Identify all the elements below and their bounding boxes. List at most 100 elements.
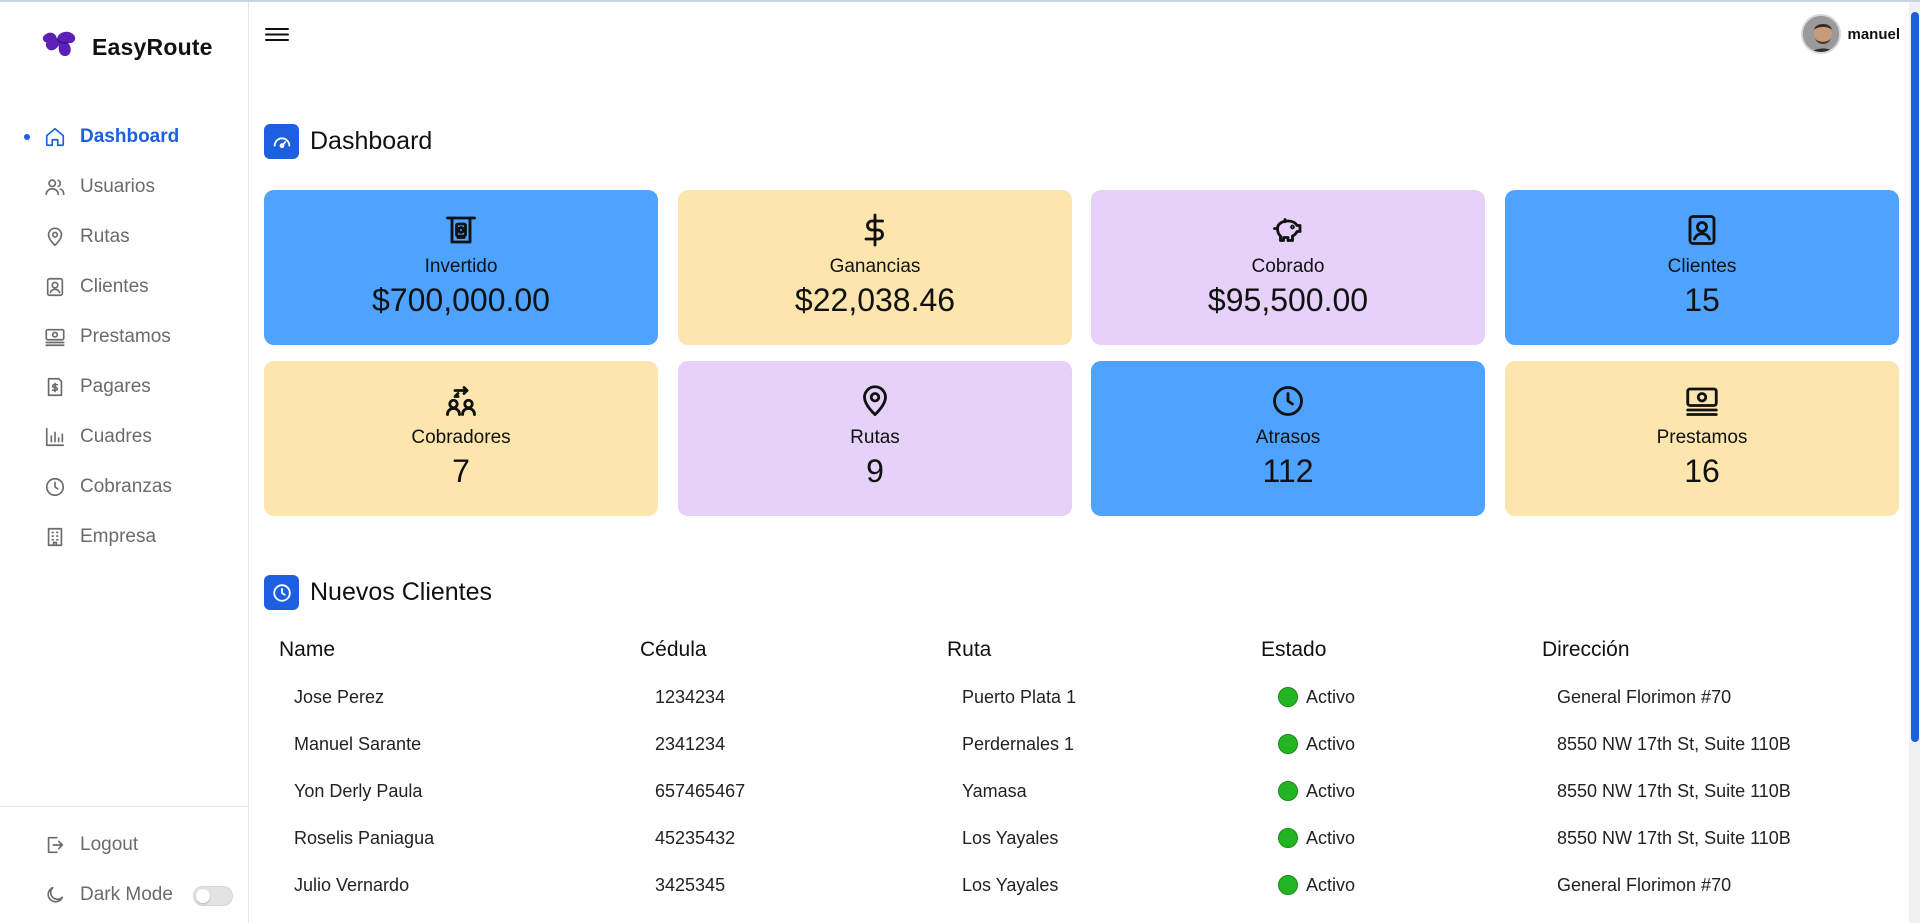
card-label: Invertido — [424, 256, 498, 277]
column-header-direccion[interactable]: Dirección — [1542, 638, 1630, 662]
card-label: Cobrado — [1251, 256, 1325, 277]
stat-card-prestamos[interactable]: Prestamos 16 — [1505, 361, 1899, 516]
status-dot — [1278, 875, 1298, 895]
avatar — [1801, 14, 1842, 54]
column-header-estado[interactable]: Estado — [1261, 638, 1326, 662]
brand[interactable]: EasyRoute — [40, 28, 213, 67]
sidebar-item-label: Empresa — [80, 526, 157, 547]
page-title: Dashboard — [310, 127, 433, 155]
sidebar-item-cuadres[interactable]: Cuadres — [0, 412, 249, 462]
section-title: Nuevos Clientes — [310, 578, 493, 606]
sidebar-item-clientes[interactable]: Clientes — [0, 262, 249, 312]
cell-name: Yon Derly Paula — [294, 781, 423, 801]
receipt-icon — [47, 377, 63, 397]
card-value: 16 — [1684, 453, 1720, 489]
sidebar-item-label: Prestamos — [80, 326, 171, 347]
stat-card-cobradores[interactable]: Cobradores 7 — [264, 361, 658, 516]
logout-icon — [47, 836, 64, 854]
username: manuel — [1847, 25, 1900, 43]
dollar-icon — [864, 213, 884, 247]
cell-cedula: 45235432 — [655, 828, 736, 848]
sidebar-item-cobranzas[interactable]: Cobranzas — [0, 462, 249, 512]
card-value: $700,000.00 — [372, 282, 550, 318]
cell-estado: Activo — [1278, 734, 1355, 755]
cell-direccion: 8550 NW 17th St, Suite 110B — [1557, 734, 1791, 754]
cell-name: Manuel Sarante — [294, 734, 422, 754]
cell-cedula: 2341234 — [655, 734, 726, 754]
sidebar-item-label: Clientes — [80, 276, 149, 297]
card-label: Rutas — [850, 427, 900, 448]
status-text: Activo — [1306, 734, 1356, 754]
scrollbar-thumb[interactable] — [1911, 12, 1919, 742]
cell-estado: Activo — [1278, 687, 1355, 708]
stat-card-ganancias[interactable]: Ganancias $22,038.46 — [678, 190, 1072, 345]
card-label: Prestamos — [1656, 427, 1748, 448]
sidebar-item-label: Cobranzas — [80, 476, 172, 497]
brand-name: EasyRoute — [92, 34, 213, 60]
exchange-users-icon — [446, 386, 476, 416]
sidebar-item-dashboard[interactable]: Dashboard — [0, 112, 249, 162]
sidebar-item-usuarios[interactable]: Usuarios — [0, 162, 249, 212]
contact-icon — [46, 277, 64, 297]
card-label: Atrasos — [1255, 427, 1321, 448]
hamburger-icon — [265, 28, 289, 41]
map-pin-icon — [863, 385, 887, 416]
dark-mode-toggle[interactable] — [193, 886, 233, 906]
card-value: $95,500.00 — [1207, 282, 1369, 318]
gauge-icon — [264, 124, 299, 159]
table-row[interactable]: Manuel Sarante 2341234 Perdernales 1 Act… — [264, 722, 1904, 769]
menu-toggle-button[interactable] — [264, 22, 290, 46]
card-value: 9 — [866, 453, 884, 489]
cell-estado: Activo — [1278, 781, 1355, 802]
sidebar-item-label: Cuadres — [80, 426, 152, 447]
table-row[interactable]: Julio Vernardo 3425345 Los Yayales Activ… — [264, 863, 1904, 910]
sidebar-nav: Dashboard Usuarios Rutas Clientes Presta… — [0, 112, 249, 562]
status-text: Activo — [1306, 875, 1356, 895]
stat-card-atrasos[interactable]: Atrasos 112 — [1091, 361, 1485, 516]
column-header-name[interactable]: Name — [279, 638, 335, 662]
card-label: Clientes — [1667, 256, 1737, 277]
stat-card-clientes[interactable]: Clientes 15 — [1505, 190, 1899, 345]
logout-label: Logout — [80, 834, 139, 855]
stat-card-cobrado[interactable]: Cobrado $95,500.00 — [1091, 190, 1485, 345]
bar-chart-icon — [45, 427, 65, 447]
card-value: $22,038.46 — [794, 282, 956, 318]
cell-cedula: 657465467 — [655, 781, 746, 801]
cell-ruta: Puerto Plata 1 — [962, 687, 1077, 707]
sidebar-item-prestamos[interactable]: Prestamos — [0, 312, 249, 362]
cell-estado: Activo — [1278, 828, 1355, 849]
cell-cedula: 3425345 — [655, 875, 726, 895]
cell-ruta: Yamasa — [962, 781, 1027, 801]
sidebar-item-pagares[interactable]: Pagares — [0, 362, 249, 412]
page-scrollbar[interactable] — [1909, 2, 1920, 923]
column-header-ruta[interactable]: Ruta — [947, 638, 991, 662]
table-row[interactable]: Yon Derly Paula 657465467 Yamasa Activo … — [264, 769, 1904, 816]
card-label: Cobradores — [411, 427, 511, 448]
banknote-icon — [1686, 387, 1718, 416]
dark-mode-row: Dark Mode — [0, 870, 249, 920]
table-row[interactable]: Jose Perez 1234234 Puerto Plata 1 Activo… — [264, 675, 1904, 722]
piggy-bank-icon — [1273, 218, 1302, 242]
card-value: 7 — [452, 453, 470, 489]
clock-icon — [1273, 386, 1303, 416]
card-value: 15 — [1684, 282, 1720, 318]
status-dot — [1278, 734, 1298, 754]
column-header-cedula[interactable]: Cédula — [640, 638, 707, 662]
stat-card-rutas[interactable]: Rutas 9 — [678, 361, 1072, 516]
table-row[interactable]: Roselis Paniagua 45235432 Los Yayales Ac… — [264, 816, 1904, 863]
stat-card-invertido[interactable]: Invertido $700,000.00 — [264, 190, 658, 345]
sidebar-item-empresa[interactable]: Empresa — [0, 512, 249, 562]
cell-name: Jose Perez — [294, 687, 385, 707]
user-menu[interactable]: manuel — [1801, 14, 1900, 54]
logout-button[interactable]: Logout — [0, 820, 249, 870]
cell-ruta: Los Yayales — [962, 828, 1059, 848]
sidebar-item-label: Pagares — [80, 376, 151, 397]
sidebar-footer: Logout Dark Mode — [0, 806, 249, 920]
home-icon — [45, 127, 65, 147]
status-text: Activo — [1306, 781, 1356, 801]
map-pin-icon — [47, 227, 63, 247]
contact-icon — [1688, 215, 1716, 245]
card-label: Ganancias — [829, 256, 921, 277]
sidebar-item-rutas[interactable]: Rutas — [0, 212, 249, 262]
new-clients-heading: Nuevos Clientes — [264, 575, 492, 610]
